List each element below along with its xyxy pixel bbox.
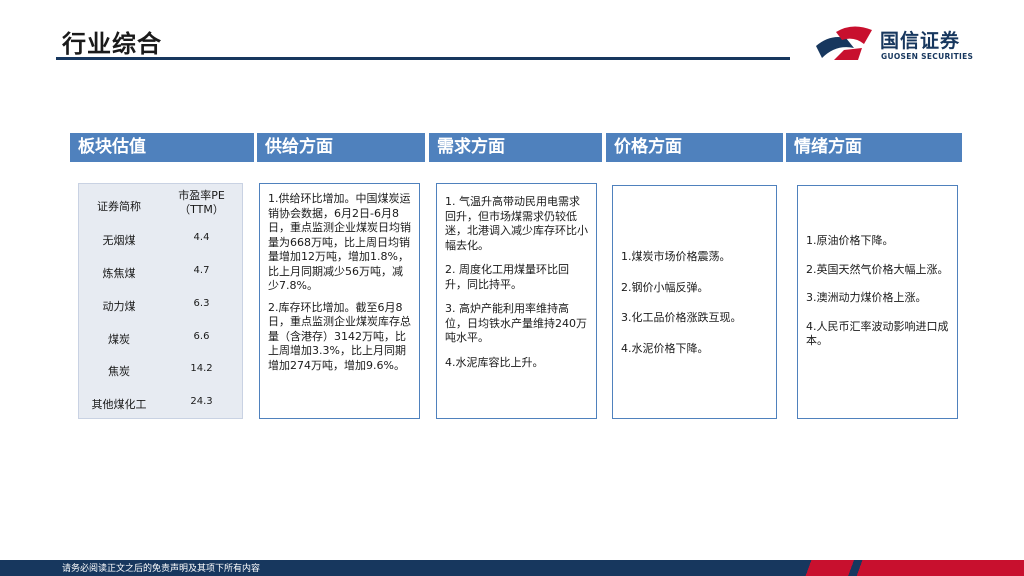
demand-paragraph-2: 2. 周度化工用煤量环比回升，同比持平。 [445,263,569,291]
guosen-logo-icon [816,26,872,60]
footer-disclaimer: 请务必阅读正文之后的免责声明及其项下所有内容 [62,564,261,574]
row-pe: 6.3 [193,298,210,309]
demand-paragraph-1: 1. 气温升高带动民用电需求回升，但市场煤需求仍较低迷，北港调入减少库存环比小幅… [445,195,588,252]
column-header-pe-line2: （TTM） [179,203,224,216]
row-name: 煤炭 [108,333,130,346]
row-name: 焦炭 [108,365,130,378]
supply-textbox: 1.供给环比增加。中国煤炭运销协会数据，6月2日-6月8日，重点监测企业煤炭日均… [259,183,420,419]
column-header-pe: 市盈率PE （TTM） [159,189,244,217]
price-paragraph-2: 2.钢价小幅反弹。 [621,280,709,294]
section-header-supply: 供给方面 [257,133,425,162]
price-paragraph-1: 1.煤炭市场价格震荡。 [621,250,731,263]
brand-name-en: GUOSEN SECURITIES [881,52,974,61]
row-pe: 4.4 [193,232,210,243]
row-name: 其他煤化工 [91,398,147,411]
row-pe: 24.3 [190,396,213,407]
demand-paragraph-3: 3. 高炉产能利用率维持高位，日均铁水产量维持240万吨水平。 [445,302,587,344]
supply-paragraph-1: 1.供给环比增加。中国煤炭运销协会数据，6月2日-6月8日，重点监测企业煤炭日均… [268,192,411,292]
row-pe: 14.2 [190,363,213,374]
row-name: 动力煤 [102,300,136,313]
sentiment-textbox: 1.原油价格下降。 2.英国天然气价格大幅上涨。 3.澳洲动力煤价格上涨。 4.… [797,185,958,419]
column-header-pe-line1: 市盈率PE [178,189,225,202]
row-name: 炼焦煤 [102,267,136,280]
row-pe: 4.7 [193,265,210,276]
price-paragraph-3: 3.化工品价格涨跌互现。 [621,311,742,324]
sentiment-paragraph-1: 1.原油价格下降。 [806,234,894,247]
brand-name-cn: 国信证券 [880,30,961,52]
row-name: 无烟煤 [102,234,136,247]
sentiment-paragraph-3: 3.澳洲动力煤价格上涨。 [806,291,927,304]
footer-accent-stripe [788,560,1024,576]
demand-paragraph-4: 4.水泥库容比上升。 [445,355,544,369]
supply-paragraph-2: 2.库存环比增加。截至6月8日，重点监测企业煤炭库存总量（含港存）3142万吨，… [268,300,411,372]
brand-logo: 国信证券 GUOSEN SECURITIES [814,24,984,64]
footer-bar: 请务必阅读正文之后的免责声明及其项下所有内容 [0,560,1024,576]
sentiment-paragraph-2: 2.英国天然气价格大幅上涨。 [806,262,949,276]
section-header-sentiment: 情绪方面 [786,133,962,162]
row-pe: 6.6 [193,331,210,342]
demand-textbox: 1. 气温升高带动民用电需求回升，但市场煤需求仍较低迷，北港调入减少库存环比小幅… [436,183,597,419]
sentiment-paragraph-4: 4.人民币汇率波动影响进口成本。 [806,319,949,348]
section-header-demand: 需求方面 [429,133,602,162]
section-header-valuation: 板块估值 [70,133,254,162]
section-header-price: 价格方面 [606,133,783,162]
valuation-table-header: 证券简称 市盈率PE （TTM） [79,189,242,219]
price-textbox: 1.煤炭市场价格震荡。 2.钢价小幅反弹。 3.化工品价格涨跌互现。 4.水泥价… [612,185,777,419]
valuation-table: 证券简称 市盈率PE （TTM） 无烟煤 4.4 炼焦煤 4.7 动力煤 6.3… [78,183,243,419]
header-divider [56,57,790,60]
page-title: 行业综合 [62,30,162,58]
price-paragraph-4: 4.水泥价格下降。 [621,341,709,355]
column-header-name: 证券简称 [97,200,141,213]
